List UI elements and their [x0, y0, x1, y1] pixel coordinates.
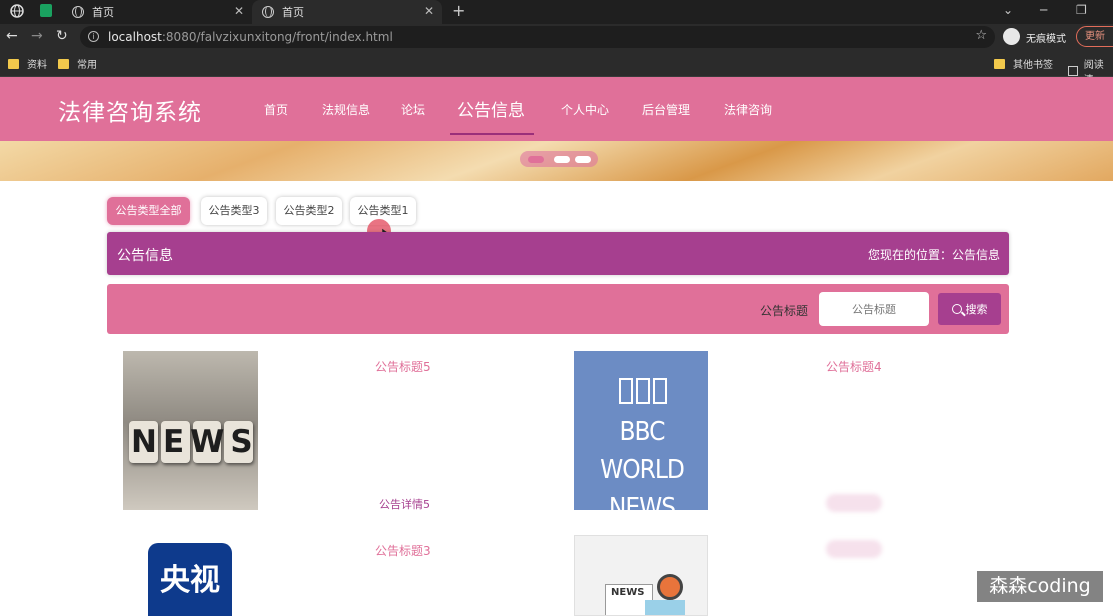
incognito-icon[interactable]: [1003, 28, 1020, 45]
bookmarks-bar: 资料 常用 其他书签 阅读清: [0, 50, 1113, 86]
card-image-text: NEWS: [611, 587, 645, 598]
search-button-label: 搜索: [965, 303, 988, 316]
new-tab-icon[interactable]: +: [452, 1, 465, 20]
search-input[interactable]: [819, 292, 929, 326]
site-brand[interactable]: 法律咨询系统: [58, 93, 202, 127]
reload-icon[interactable]: ↻: [56, 28, 68, 44]
browser-tab-1[interactable]: 首页 ✕: [62, 0, 252, 24]
card-image-news-illustration[interactable]: NEWS: [574, 535, 708, 616]
search-button[interactable]: 搜索: [938, 293, 1001, 325]
folder-icon: [58, 58, 69, 69]
section-title: 公告信息: [117, 248, 173, 264]
carousel-indicators: [520, 151, 598, 167]
card-title[interactable]: 公告标题4: [826, 358, 882, 375]
close-icon[interactable]: ✕: [234, 4, 244, 18]
search-icon: [951, 304, 962, 314]
folder-icon: [994, 58, 1005, 69]
card-image-text: 央视: [160, 563, 220, 598]
globe-icon[interactable]: [10, 3, 26, 19]
banner-carousel: [0, 141, 1113, 181]
active-nav-underline: [450, 133, 534, 135]
bookmark-folder[interactable]: 其他书签: [994, 56, 1053, 71]
tab-title: 首页: [92, 6, 114, 19]
search-bar: 公告标题 搜索: [107, 284, 1009, 334]
filter-chip-type3[interactable]: 公告类型3: [201, 197, 267, 225]
site-header: 法律咨询系统 首页 法规信息 论坛 公告信息 个人中心 后台管理 法律咨询: [0, 77, 1113, 141]
nav-admin[interactable]: 后台管理: [642, 101, 690, 118]
reading-list-icon: [1068, 66, 1078, 76]
tab-search-icon[interactable]: ⌄: [1003, 3, 1013, 17]
card-title[interactable]: 公告标题3: [375, 542, 431, 559]
breadcrumb: 您现在的位置：公告信息: [867, 248, 1000, 262]
globe-icon: [72, 6, 84, 18]
forward-icon[interactable]: →: [31, 28, 43, 44]
card-detail[interactable]: 公告详情5: [379, 496, 430, 512]
bookmark-star-icon[interactable]: ☆: [975, 28, 987, 43]
card-image-bbc[interactable]: BBC WORLD NEWS: [574, 351, 708, 510]
card-image-text: BBC WORLD NEWS: [600, 417, 685, 510]
bookmark-folder[interactable]: 资料: [8, 56, 47, 71]
search-label: 公告标题: [760, 304, 809, 318]
minimize-icon[interactable]: ─: [1040, 3, 1047, 17]
update-button[interactable]: 更新: [1076, 26, 1113, 47]
carousel-dot[interactable]: [554, 156, 570, 163]
card-detail-blurred: [826, 494, 882, 512]
megaphone-icon: [657, 574, 683, 600]
card-image-text: NEWS: [131, 424, 258, 460]
bookmark-folder[interactable]: 常用: [58, 56, 97, 71]
back-icon[interactable]: ←: [6, 28, 18, 44]
video-watermark: 森森coding: [977, 571, 1103, 602]
nav-personal-center[interactable]: 个人中心: [561, 101, 609, 118]
filter-chip-all[interactable]: 公告类型全部: [107, 197, 190, 225]
url-text[interactable]: localhost:8080/falvzixunxitong/front/ind…: [108, 30, 393, 44]
section-title-bar: 公告信息 您现在的位置：公告信息: [107, 232, 1009, 275]
card-image-cctv[interactable]: 央视: [148, 543, 232, 616]
incognito-label: 无痕模式: [1026, 34, 1066, 45]
carousel-dot[interactable]: [575, 156, 591, 163]
tab-title: 首页: [282, 6, 304, 19]
folder-icon: [8, 58, 19, 69]
browser-tab-strip: 首页 ✕ 首页 ✕ + ⌄ ─ ❐: [0, 0, 1113, 24]
info-icon[interactable]: i: [88, 31, 99, 42]
url-input[interactable]: i localhost:8080/falvzixunxitong/front/i…: [80, 26, 995, 48]
filter-chip-type2[interactable]: 公告类型2: [276, 197, 342, 225]
nav-legal-consult[interactable]: 法律咨询: [724, 101, 772, 118]
app-tab-icon[interactable]: [40, 4, 52, 17]
nav-announcements[interactable]: 公告信息: [457, 96, 525, 121]
browser-tab-2[interactable]: 首页 ✕: [252, 0, 442, 24]
address-bar: ← → ↻ i localhost:8080/falvzixunxitong/f…: [0, 24, 1113, 50]
globe-icon: [262, 6, 274, 18]
nav-regulations[interactable]: 法规信息: [322, 101, 370, 118]
nav-home[interactable]: 首页: [264, 101, 288, 118]
card-title-blurred: [826, 540, 882, 558]
restore-icon[interactable]: ❐: [1076, 3, 1087, 17]
close-icon[interactable]: ✕: [424, 4, 434, 18]
card-title[interactable]: 公告标题5: [375, 358, 431, 375]
bbc-logo-blocks: [619, 378, 667, 404]
card-image-news[interactable]: NEWS: [123, 351, 258, 510]
chart-illustration: [645, 600, 685, 615]
carousel-dot[interactable]: [528, 156, 544, 163]
nav-forum[interactable]: 论坛: [401, 101, 425, 118]
